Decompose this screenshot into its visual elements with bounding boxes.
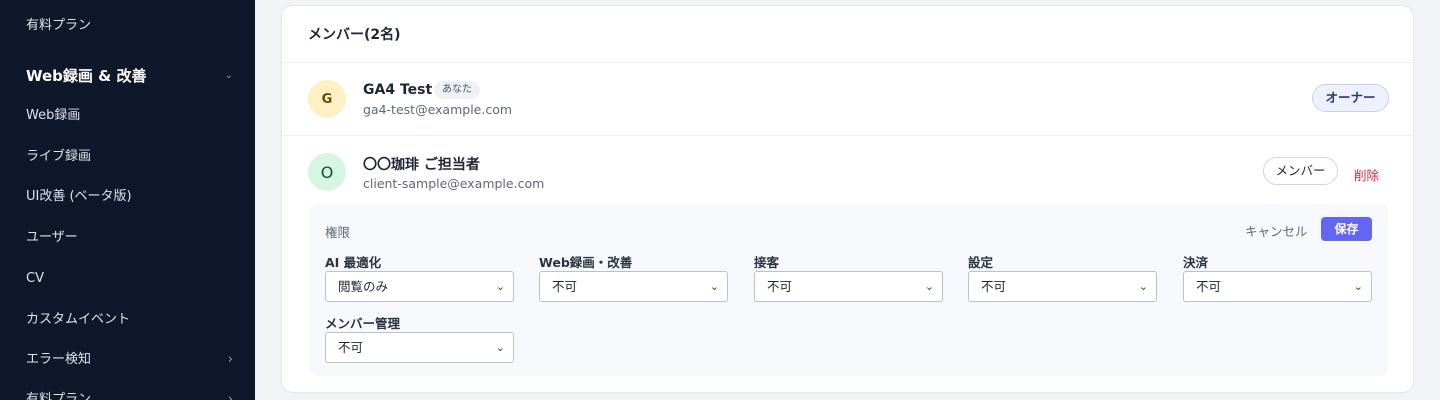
permissions-panel: 権限 キャンセル 保存 AI 最適化 閲覧のみ ⌄ Web録画・改善 不可 ⌄ …: [309, 204, 1388, 376]
avatar: O: [308, 153, 346, 191]
sidebar-item-label: ライブ録画: [26, 149, 92, 164]
sidebar-item-cv[interactable]: CV: [26, 267, 233, 291]
member-name: 〇〇珈琲 ご担当者: [363, 157, 480, 173]
you-badge: あなた: [434, 81, 480, 99]
chevron-down-icon: ⌄: [495, 280, 505, 293]
select-value: 閲覧のみ: [338, 279, 389, 294]
member-role-button[interactable]: メンバー: [1263, 157, 1338, 185]
permission-select-web-recording[interactable]: 不可 ⌄: [539, 271, 728, 302]
sidebar-section-web-recording[interactable]: Web録画 & 改善 ⌄: [26, 62, 233, 90]
chevron-down-icon: ⌄: [1353, 280, 1363, 293]
permission-select-ai[interactable]: 閲覧のみ ⌄: [325, 271, 514, 302]
avatar: G: [308, 80, 346, 118]
sidebar-item-label: Web録画: [26, 108, 81, 123]
member-email: client-sample@example.com: [363, 176, 545, 191]
sidebar-item-label: UI改善 (ベータ版): [26, 189, 132, 204]
sidebar-item-paid-plan-top[interactable]: 有料プラン: [26, 14, 233, 38]
member-name: GA4 Test: [363, 82, 433, 98]
chevron-right-icon: ›: [227, 352, 233, 367]
sidebar-item-label: ユーザー: [26, 230, 78, 245]
select-value: 不可: [1196, 279, 1222, 294]
chevron-right-icon: ›: [227, 392, 233, 400]
chevron-down-icon: ⌄: [709, 280, 719, 293]
sidebar-item-label: 有料プラン: [26, 392, 92, 400]
select-value: 不可: [552, 279, 578, 294]
select-value: 不可: [338, 340, 364, 355]
cancel-button[interactable]: キャンセル: [1245, 221, 1308, 240]
permission-label-payment: 決済: [1183, 255, 1209, 270]
sidebar-item-label: エラー検知: [26, 352, 92, 367]
permission-label-ai: AI 最適化: [325, 255, 382, 270]
permission-label-settings: 設定: [968, 255, 994, 270]
sidebar-item-live-recording[interactable]: ライブ録画: [26, 145, 233, 169]
sidebar-item-label: カスタムイベント: [26, 312, 131, 327]
sidebar-item-ui-improvement[interactable]: UI改善 (ベータ版): [26, 185, 233, 209]
divider: [282, 62, 1413, 63]
sidebar-item-custom-events[interactable]: カスタムイベント: [26, 308, 233, 332]
sidebar-item-paid-plan[interactable]: 有料プラン ›: [26, 388, 233, 400]
sidebar-section-label: Web録画 & 改善: [26, 67, 147, 85]
permission-label-customer-service: 接客: [754, 255, 780, 270]
sidebar-item-label: 有料プラン: [26, 18, 92, 33]
chevron-down-icon: ⌄: [224, 70, 233, 81]
sidebar-item-label: CV: [26, 271, 44, 286]
permission-select-customer-service[interactable]: 不可 ⌄: [754, 271, 943, 302]
permissions-title: 権限: [325, 225, 351, 240]
member-email: ga4-test@example.com: [363, 102, 513, 117]
permission-select-member-management[interactable]: 不可 ⌄: [325, 332, 514, 363]
members-title: メンバー(2名): [308, 27, 401, 43]
sidebar-item-error-detection[interactable]: エラー検知 ›: [26, 348, 233, 372]
sidebar-item-users[interactable]: ユーザー: [26, 226, 233, 250]
select-value: 不可: [981, 279, 1007, 294]
divider: [282, 135, 1413, 136]
permission-select-settings[interactable]: 不可 ⌄: [968, 271, 1157, 302]
permission-label-web-recording: Web録画・改善: [539, 255, 633, 270]
save-button[interactable]: 保存: [1321, 217, 1372, 241]
select-value: 不可: [767, 279, 793, 294]
sidebar-item-web-recording[interactable]: Web録画: [26, 104, 233, 128]
sidebar: 有料プラン Web録画 & 改善 ⌄ Web録画 ライブ録画 UI改善 (ベータ…: [0, 0, 255, 400]
chevron-down-icon: ⌄: [924, 280, 934, 293]
members-card: メンバー(2名) G GA4 Test あなた ga4-test@example…: [281, 5, 1414, 393]
chevron-down-icon: ⌄: [495, 341, 505, 354]
owner-role-badge: オーナー: [1312, 84, 1389, 112]
permission-select-payment[interactable]: 不可 ⌄: [1183, 271, 1372, 302]
permission-label-member-management: メンバー管理: [325, 316, 401, 331]
chevron-down-icon: ⌄: [1138, 280, 1148, 293]
delete-member-button[interactable]: 削除: [1354, 165, 1379, 184]
